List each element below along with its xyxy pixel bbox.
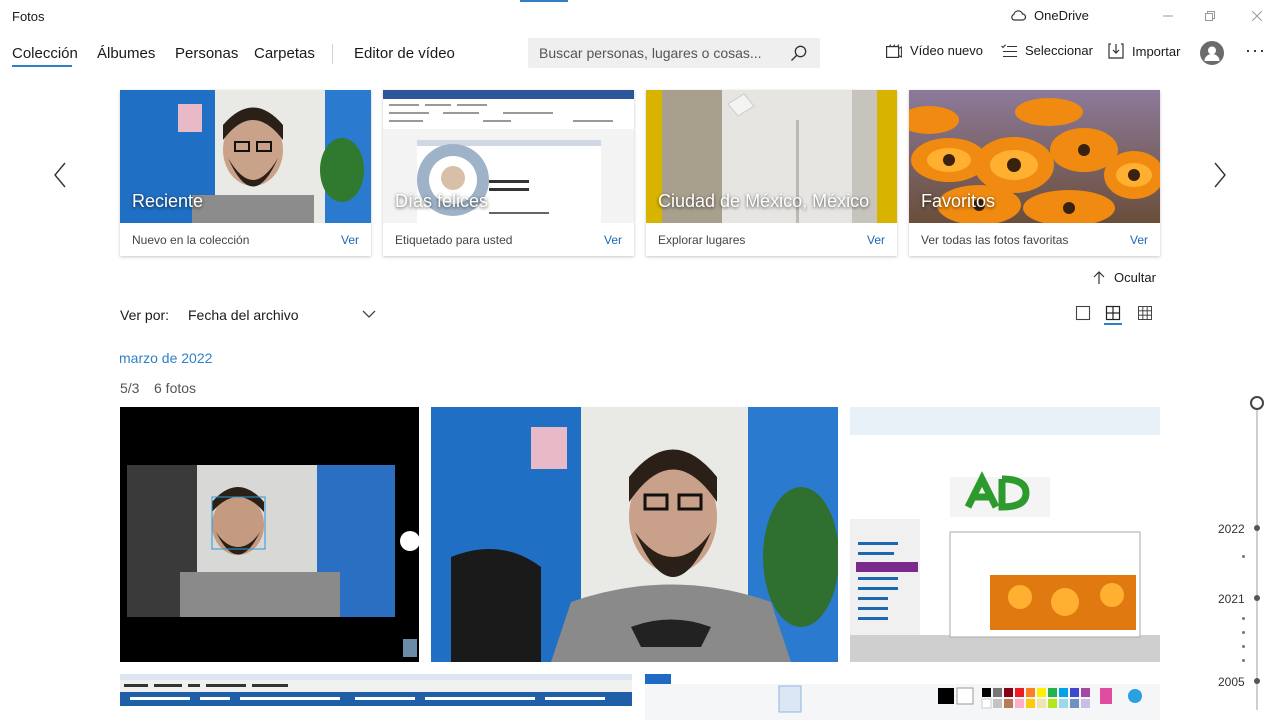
user-icon: [1204, 46, 1220, 61]
select-label: Seleccionar: [1025, 43, 1093, 58]
card-title: Reciente: [132, 191, 204, 211]
card-dias-felices[interactable]: Días felices Etiquetado para usted Ver: [383, 90, 634, 256]
nav-divider: [332, 44, 333, 64]
more-options-icon[interactable]: ···: [1245, 40, 1266, 61]
timeline-tick: [1242, 555, 1245, 558]
card-subtitle: Nuevo en la colección: [132, 233, 250, 247]
tab-personas[interactable]: Personas: [175, 45, 238, 62]
restore-icon: [1205, 11, 1215, 21]
view-by-dropdown[interactable]: Fecha del archivo: [188, 307, 299, 323]
card-view-link[interactable]: Ver: [867, 233, 885, 247]
arrow-up-icon: [1093, 270, 1105, 284]
import-icon: [1108, 43, 1124, 59]
cloud-icon: [1011, 10, 1026, 21]
timeline-year[interactable]: 2021: [1218, 592, 1245, 606]
hide-label: Ocultar: [1114, 270, 1156, 285]
search-input[interactable]: Buscar personas, lugares o cosas...: [539, 45, 762, 61]
onedrive-button[interactable]: OneDrive: [1010, 8, 1089, 23]
card-subtitle: Explorar lugares: [658, 233, 746, 247]
import-button[interactable]: Importar: [1108, 43, 1180, 59]
view-mode-indicator: [1104, 323, 1122, 325]
small-tiles-icon[interactable]: [1137, 305, 1153, 321]
photo-tile[interactable]: [120, 407, 419, 662]
onedrive-label: OneDrive: [1034, 8, 1089, 23]
new-video-label: Vídeo nuevo: [910, 43, 984, 58]
large-tiles-icon[interactable]: [1075, 305, 1091, 321]
new-video-button[interactable]: Vídeo nuevo: [886, 43, 983, 58]
chevron-down-icon[interactable]: [362, 310, 376, 319]
navigation-bar: Colección Álbumes Personas Carpetas Edit…: [0, 32, 1280, 76]
timeline-year[interactable]: 2022: [1218, 522, 1245, 536]
video-icon: [886, 43, 902, 58]
photo-tile[interactable]: [645, 674, 1160, 720]
import-label: Importar: [1132, 43, 1181, 59]
card-title: Favoritos: [921, 191, 996, 211]
carousel-previous-icon[interactable]: [50, 160, 70, 190]
photo-tile[interactable]: [850, 407, 1160, 662]
medium-tiles-icon[interactable]: [1105, 305, 1121, 321]
maximize-button[interactable]: [1200, 6, 1220, 26]
carousel-next-icon[interactable]: [1210, 160, 1230, 190]
timeline-year[interactable]: 2005: [1218, 675, 1245, 689]
search-icon[interactable]: [790, 44, 808, 62]
tab-carpetas[interactable]: Carpetas: [254, 45, 315, 62]
active-tab-indicator: [12, 65, 72, 67]
timeline-tick: [1242, 617, 1245, 620]
timeline-marker: [1254, 525, 1260, 531]
card-subtitle: Etiquetado para usted: [395, 233, 513, 247]
close-button[interactable]: [1247, 6, 1267, 26]
card-title: Días felices: [395, 191, 489, 211]
timeline-marker: [1254, 595, 1260, 601]
minimize-icon: [1163, 15, 1173, 17]
card-view-link[interactable]: Ver: [341, 233, 359, 247]
hide-highlights-button[interactable]: Ocultar: [1092, 270, 1156, 285]
photo-tile[interactable]: [120, 674, 632, 720]
app-title: Fotos: [12, 9, 45, 24]
title-accent-bar: [520, 0, 568, 2]
avatar[interactable]: [1200, 41, 1224, 65]
card-reciente[interactable]: Reciente Nuevo en la colección Ver: [120, 90, 371, 256]
tab-coleccion[interactable]: Colección: [12, 45, 78, 62]
timeline-marker: [1254, 678, 1260, 684]
timeline-tick: [1242, 645, 1245, 648]
card-ciudad-de-mexico[interactable]: Ciudad de México, México Explorar lugare…: [646, 90, 897, 256]
photo-count: 6 fotos: [154, 380, 197, 396]
card-title: Ciudad de México, México: [658, 191, 870, 211]
close-icon: [1252, 11, 1262, 21]
select-list-icon: [1001, 43, 1017, 57]
card-subtitle: Ver todas las fotos favoritas: [921, 233, 1069, 247]
card-view-link[interactable]: Ver: [1130, 233, 1148, 247]
timeline-track[interactable]: [1256, 410, 1258, 710]
tab-albumes[interactable]: Álbumes: [97, 45, 155, 62]
timeline-tick: [1242, 631, 1245, 634]
day-heading: 5/3: [120, 380, 140, 396]
timeline-tick: [1242, 659, 1245, 662]
tab-editor-video[interactable]: Editor de vídeo: [354, 45, 455, 62]
minimize-button[interactable]: [1158, 6, 1178, 26]
title-bar: Fotos OneDrive: [0, 0, 1280, 32]
month-heading[interactable]: marzo de 2022: [119, 350, 212, 366]
select-button[interactable]: Seleccionar: [1001, 43, 1093, 58]
timeline-handle[interactable]: [1250, 396, 1264, 410]
view-by-label: Ver por:: [120, 307, 170, 323]
card-view-link[interactable]: Ver: [604, 233, 622, 247]
search-box[interactable]: Buscar personas, lugares o cosas...: [528, 38, 820, 68]
card-favoritos[interactable]: Favoritos Ver todas las fotos favoritas …: [909, 90, 1160, 256]
photo-tile[interactable]: [431, 407, 838, 662]
